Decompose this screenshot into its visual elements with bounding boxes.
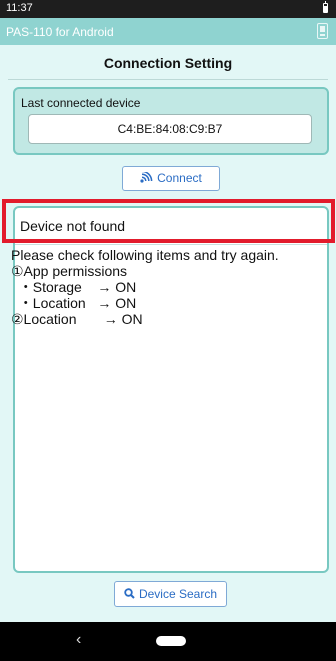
message-line: Please check following items and try aga…: [11, 247, 279, 263]
title-divider: [8, 79, 328, 80]
page-title: Connection Setting: [103, 55, 233, 71]
back-icon[interactable]: ‹: [76, 631, 81, 649]
battery-icon: [323, 1, 328, 13]
message-line: ①App permissions: [11, 263, 128, 279]
message-line: ②Location → ON: [11, 311, 143, 327]
message-line: ・Storage → ON: [11, 279, 137, 295]
message-body: Please check following items and try aga…: [11, 247, 327, 327]
status-time: 11:37: [6, 2, 33, 14]
connect-button-label: Connect: [157, 171, 202, 185]
status-bar: 11:37: [0, 0, 336, 18]
highlight-box: [2, 199, 335, 243]
app-title: PAS-110 for Android: [6, 25, 114, 39]
wireless-icon: [140, 167, 153, 190]
app-bar: PAS-110 for Android: [0, 18, 336, 45]
device-icon[interactable]: [317, 23, 328, 39]
search-icon: [124, 582, 135, 606]
device-address-field: C4:BE:84:08:C9:B7: [28, 114, 312, 144]
message-line: ・Location → ON: [11, 295, 137, 311]
device-search-button[interactable]: Device Search: [114, 581, 227, 607]
device-search-button-label: Device Search: [138, 587, 218, 601]
last-device-panel: Last connected device C4:BE:84:08:C9:B7: [13, 87, 329, 155]
connect-button[interactable]: Connect: [122, 166, 220, 191]
last-device-label: Last connected device: [21, 96, 141, 110]
navigation-bar: ‹: [0, 622, 336, 661]
home-icon[interactable]: [156, 636, 186, 646]
